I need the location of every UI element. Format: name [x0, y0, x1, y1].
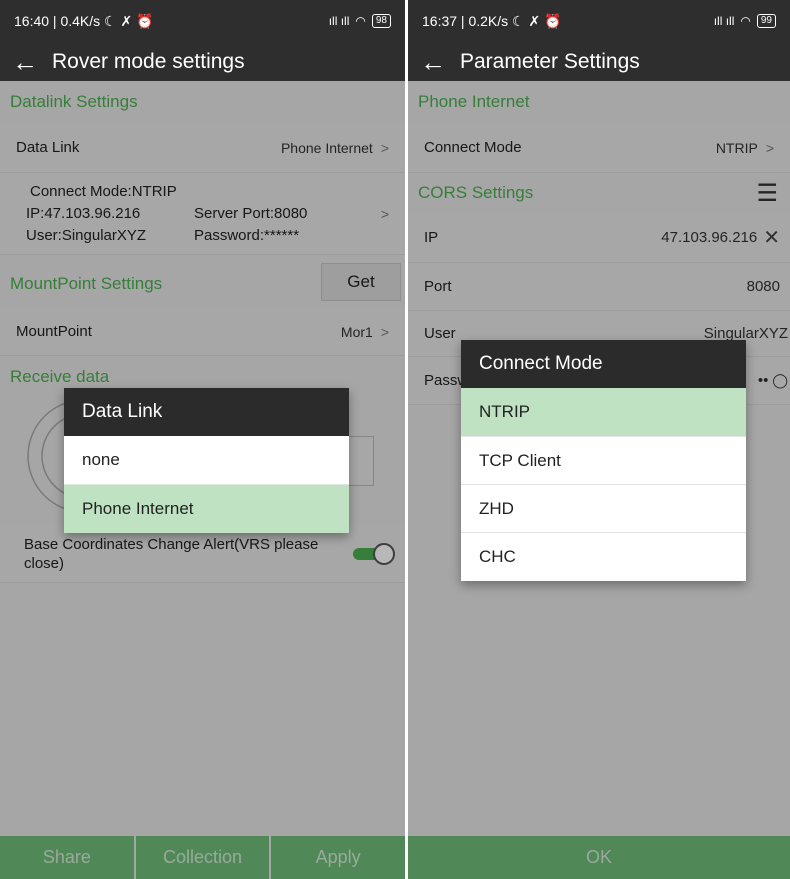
share-button[interactable]: Share	[0, 836, 136, 879]
app-bar: ← Rover mode settings	[0, 42, 405, 81]
connect-mode-dialog: Connect Mode NTRIP TCP Client ZHD CHC	[461, 340, 746, 581]
connect-mode-text: Connect Mode:NTRIP	[30, 183, 177, 200]
mountpoint-row[interactable]: MountPoint Mor1 >	[0, 308, 405, 356]
connect-mode-label: Connect Mode	[424, 139, 522, 156]
clear-x-icon[interactable]: ✕	[763, 225, 780, 250]
chevron-right-icon: >	[380, 206, 389, 222]
bottom-action-bar: OK	[408, 836, 790, 879]
battery-icon: 98	[371, 14, 391, 28]
chevron-right-icon: >	[380, 139, 389, 156]
parameter-settings-screen: 16:37 | 0.2K/s ☾ ✗ ⏰ ıll ıll ◠ 99 ← Para…	[408, 0, 790, 879]
ip-label: IP	[424, 229, 439, 246]
ok-button[interactable]: OK	[408, 836, 790, 879]
dialog-title: Data Link	[64, 388, 349, 436]
status-icons: ıll ıll ◠ 98	[329, 14, 391, 28]
datalink-section-header: Datalink Settings	[10, 92, 138, 111]
cors-section-header: CORS Settings ☰	[418, 179, 778, 208]
status-time: 16:40 | 0.4K/s ☾ ✗ ⏰	[14, 12, 154, 29]
app-bar: ← Parameter Settings	[408, 42, 790, 81]
status-bar: 16:40 | 0.4K/s ☾ ✗ ⏰ ıll ıll ◠ 98	[0, 0, 405, 42]
connect-mode-row[interactable]: Connect Mode NTRIP >	[408, 123, 790, 173]
option-phone-internet[interactable]: Phone Internet	[64, 485, 349, 533]
data-link-row[interactable]: Data Link Phone Internet >	[0, 123, 405, 173]
data-link-label: Data Link	[16, 139, 80, 156]
ip-text: IP:47.103.96.216	[26, 205, 141, 222]
wifi-icon: ◠	[740, 14, 751, 28]
phone-internet-section-header: Phone Internet	[418, 92, 530, 111]
option-none[interactable]: none	[64, 436, 349, 485]
port-label: Port	[424, 278, 452, 295]
password-value: ••	[757, 372, 769, 389]
page-title: Parameter Settings	[460, 49, 640, 73]
base-alert-label: Base Coordinates Change Alert(VRS please…	[24, 535, 319, 572]
dialog-title: Connect Mode	[461, 340, 746, 388]
apply-button[interactable]: Apply	[271, 836, 405, 879]
status-icons: ıll ıll ◠ 99	[714, 14, 776, 28]
collection-button[interactable]: Collection	[135, 836, 272, 879]
signal-icon: ıll ıll	[328, 14, 350, 28]
page-title: Rover mode settings	[52, 49, 245, 73]
option-chc[interactable]: CHC	[461, 533, 746, 581]
list-menu-icon[interactable]: ☰	[756, 179, 778, 208]
password-text: Password:******	[194, 227, 300, 244]
rover-mode-screen: 16:40 | 0.4K/s ☾ ✗ ⏰ ıll ıll ◠ 98 ← Rove…	[0, 0, 405, 879]
back-arrow-icon[interactable]: ←	[12, 49, 38, 75]
mountpoint-label: MountPoint	[16, 323, 92, 340]
option-ntrip[interactable]: NTRIP	[461, 388, 746, 437]
option-zhd[interactable]: ZHD	[461, 485, 746, 533]
connection-info-row[interactable]: Connect Mode:NTRIP IP:47.103.96.216 Serv…	[0, 173, 405, 255]
battery-icon: 99	[756, 14, 776, 28]
server-port-text: Server Port:8080	[194, 205, 308, 222]
port-value: 8080	[746, 278, 780, 295]
signal-icon: ıll ıll	[713, 14, 735, 28]
user-text: User:SingularXYZ	[26, 227, 147, 244]
chevron-right-icon: >	[380, 323, 389, 340]
connect-mode-value: NTRIP	[715, 139, 758, 156]
data-link-value: Phone Internet	[280, 139, 373, 156]
data-link-dialog: Data Link none Phone Internet	[64, 388, 349, 533]
base-alert-toggle[interactable]	[353, 543, 395, 565]
eye-icon[interactable]: ◯	[772, 372, 788, 389]
option-tcp-client[interactable]: TCP Client	[461, 437, 746, 485]
status-time: 16:37 | 0.2K/s ☾ ✗ ⏰	[422, 12, 562, 29]
get-button[interactable]: Get	[321, 263, 401, 301]
mountpoint-value: Mor1	[340, 323, 373, 340]
port-row[interactable]: Port 8080	[408, 263, 790, 311]
chevron-right-icon: >	[765, 139, 774, 156]
back-arrow-icon[interactable]: ←	[420, 49, 446, 75]
wifi-icon: ◠	[355, 14, 366, 28]
status-bar: 16:37 | 0.2K/s ☾ ✗ ⏰ ıll ıll ◠ 99	[408, 0, 790, 42]
ip-value: 47.103.96.216	[661, 229, 758, 246]
ip-row[interactable]: IP 47.103.96.216 ✕	[408, 213, 790, 263]
base-alert-row[interactable]: Base Coordinates Change Alert(VRS please…	[0, 525, 405, 583]
user-label: User	[424, 325, 456, 342]
mountpoint-section-header: MountPoint Settings	[10, 274, 163, 293]
bottom-action-bar: Share Collection Apply	[0, 836, 405, 879]
